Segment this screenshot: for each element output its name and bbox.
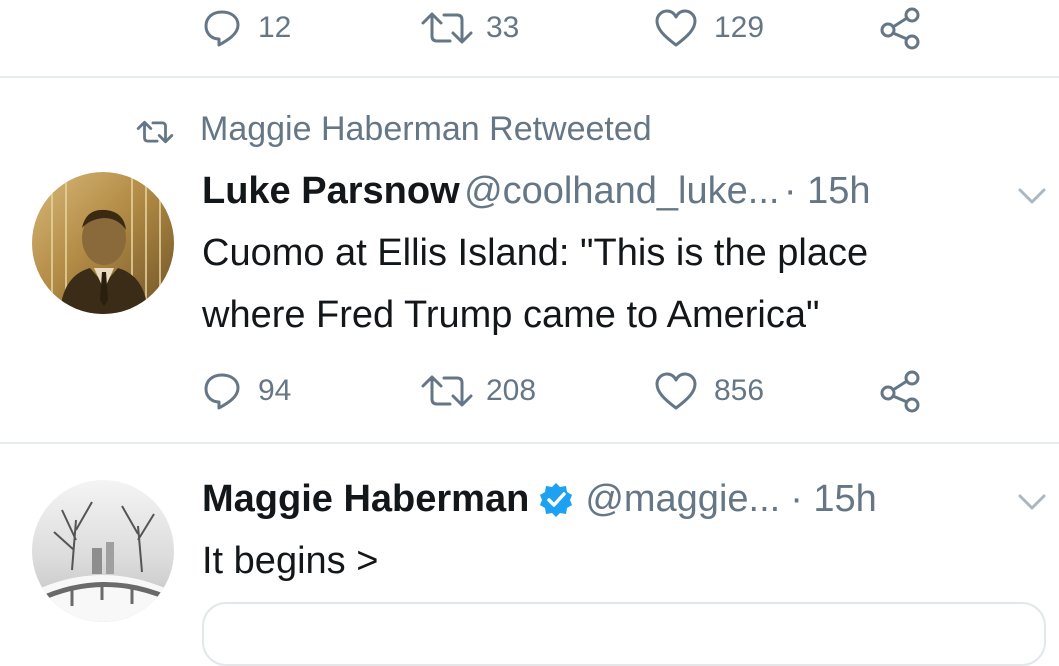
retweet-count: 33 (486, 11, 520, 44)
retweet-count: 208 (486, 374, 537, 407)
like-count: 129 (714, 11, 765, 44)
reply-icon (204, 10, 240, 47)
retweet-icon (421, 375, 473, 407)
tweet-text: It begins > (202, 540, 379, 582)
share-icon (880, 7, 920, 50)
avatar[interactable] (32, 480, 174, 622)
like-icon (655, 372, 697, 410)
avatar[interactable] (32, 172, 174, 314)
tweet-header: Maggie Haberman @maggie... · 15h (202, 478, 877, 521)
retweet-action[interactable]: 208 (420, 371, 536, 411)
retweet-label: Maggie Haberman Retweeted (200, 110, 652, 148)
retweet-action[interactable]: 33 (420, 8, 519, 48)
display-name[interactable]: Luke Parsnow (202, 170, 460, 212)
tweet-timestamp[interactable]: · 15h (790, 478, 877, 521)
reply-action[interactable]: 12 (202, 8, 291, 48)
chevron-down-icon[interactable] (1016, 186, 1048, 206)
retweet-icon (421, 12, 473, 44)
like-action[interactable]: 129 (654, 8, 764, 48)
user-handle[interactable]: @maggie... (585, 478, 780, 521)
tweet-text: Cuomo at Ellis Island: "This is the plac… (202, 222, 868, 346)
share-icon (880, 370, 920, 413)
like-action[interactable]: 856 (654, 371, 764, 411)
like-icon (655, 9, 697, 47)
tweet-text-line: where Fred Trump came to America" (202, 294, 820, 336)
display-name[interactable]: Maggie Haberman (202, 478, 529, 521)
avatar-photo (51, 172, 161, 314)
tweet-divider (0, 442, 1059, 444)
reply-count: 94 (258, 374, 292, 407)
tweet-divider (0, 76, 1059, 78)
user-handle[interactable]: @coolhand_luke... (464, 170, 779, 212)
verified-badge-icon (540, 482, 573, 517)
quoted-tweet-card[interactable] (202, 602, 1046, 666)
share-action[interactable] (878, 6, 922, 50)
tweet-timestamp[interactable]: · 15h (784, 170, 871, 212)
share-action[interactable] (878, 369, 922, 413)
reply-count: 12 (258, 11, 292, 44)
tweet-text-line: Cuomo at Ellis Island: "This is the plac… (202, 232, 869, 274)
reply-action[interactable]: 94 (202, 371, 291, 411)
tweet-header: Luke Parsnow @coolhand_luke... · 15h (202, 170, 871, 213)
avatar-photo (32, 501, 174, 622)
chevron-down-icon[interactable] (1016, 492, 1048, 512)
retweeted-icon (136, 120, 174, 144)
reply-icon (204, 373, 240, 410)
like-count: 856 (714, 374, 765, 407)
